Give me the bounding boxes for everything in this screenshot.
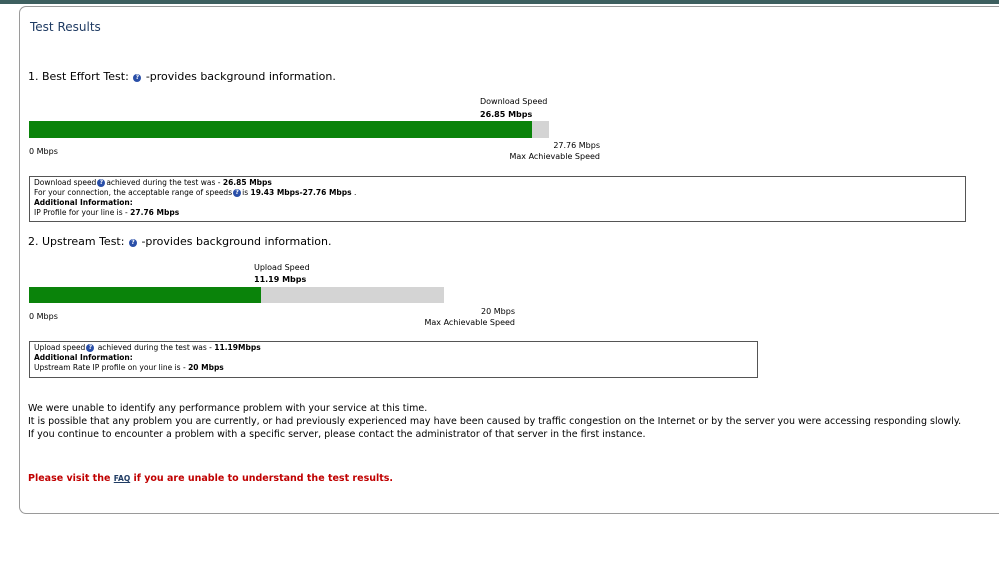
upload-min-label: 0 Mbps bbox=[29, 312, 58, 321]
upstream-profile-label: Upstream Rate IP profile on your line is… bbox=[34, 363, 189, 372]
ip-profile-label: IP Profile for your line is - bbox=[34, 208, 131, 217]
range-info-label: For your connection, the acceptable rang… bbox=[34, 188, 233, 197]
range-info-text: is bbox=[242, 188, 251, 197]
upload-speed-value: 11.19 Mbps bbox=[254, 275, 307, 284]
faq-link[interactable]: FAQ bbox=[114, 474, 130, 483]
upload-max-value: 20 Mbps bbox=[481, 307, 515, 316]
range-info-line: For your connection, the acceptable rang… bbox=[34, 188, 961, 198]
upload-info-text: achieved during the test was - bbox=[95, 343, 215, 352]
best-effort-heading-text: 1. Best Effort Test: bbox=[28, 70, 129, 83]
upload-max-label: Max Achievable Speed bbox=[424, 318, 515, 327]
upload-info-label: Upload speed bbox=[34, 343, 86, 352]
upload-speed-bar bbox=[29, 287, 444, 303]
download-speed-bar-fill bbox=[29, 121, 532, 138]
upstream-heading: 2. Upstream Test: ? -provides background… bbox=[28, 235, 332, 248]
additional-info-heading: Additional Information: bbox=[34, 353, 133, 362]
best-effort-heading: 1. Best Effort Test: ? -provides backgro… bbox=[28, 70, 336, 83]
download-info-value: 26.85 Mbps bbox=[222, 178, 272, 187]
help-question-icon[interactable]: ? bbox=[128, 239, 137, 247]
download-info-box: Download speed? achieved during the test … bbox=[29, 176, 966, 222]
upload-info-line: Upload speed? achieved during the test w… bbox=[34, 343, 753, 353]
range-info-post: . bbox=[351, 188, 357, 197]
help-question-icon[interactable]: ? bbox=[97, 179, 106, 187]
download-info-text: achieved during the test was - bbox=[106, 178, 223, 187]
top-header-bar bbox=[0, 0, 999, 4]
ip-profile-line: IP Profile for your line is - 27.76 Mbps bbox=[34, 208, 961, 218]
upload-speed-bar-fill bbox=[29, 287, 262, 303]
help-question-icon[interactable]: ? bbox=[133, 74, 142, 82]
download-speed-bar bbox=[29, 121, 549, 138]
help-question-icon[interactable]: ? bbox=[86, 344, 95, 352]
faq-notice: Please visit the FAQ if you are unable t… bbox=[28, 473, 393, 484]
upstream-heading-suffix: -provides background information. bbox=[141, 235, 332, 248]
download-speed-value: 26.85 Mbps bbox=[480, 110, 533, 119]
additional-info-heading: Additional Information: bbox=[34, 198, 133, 207]
download-speed-label: Download Speed bbox=[480, 97, 548, 106]
upstream-profile-line: Upstream Rate IP profile on your line is… bbox=[34, 363, 753, 373]
result-message-line-3: If you continue to encounter a problem w… bbox=[28, 429, 646, 440]
help-question-icon[interactable]: ? bbox=[233, 189, 242, 197]
download-info-line: Download speed? achieved during the test … bbox=[34, 178, 961, 188]
upload-info-box: Upload speed? achieved during the test w… bbox=[29, 341, 758, 378]
range-info-value: 19.43 Mbps-27.76 Mbps bbox=[250, 188, 352, 197]
download-info-label: Download speed bbox=[34, 178, 97, 187]
test-results-panel: Test Results 1. Best Effort Test: ? -pro… bbox=[19, 6, 999, 514]
download-max-label: Max Achievable Speed bbox=[509, 152, 600, 161]
upstream-profile-value: 20 Mbps bbox=[188, 363, 224, 372]
result-message-line-2: It is possible that any problem you are … bbox=[28, 416, 962, 427]
download-max-value: 27.76 Mbps bbox=[553, 141, 600, 150]
result-message-line-1: We were unable to identify any performan… bbox=[28, 403, 428, 414]
best-effort-heading-suffix: -provides background information. bbox=[145, 70, 336, 83]
faq-notice-pre: Please visit the bbox=[28, 473, 114, 484]
upload-speed-label: Upload Speed bbox=[254, 263, 310, 272]
faq-notice-post: if you are unable to understand the test… bbox=[130, 473, 394, 484]
upload-info-value: 11.19Mbps bbox=[214, 343, 261, 352]
ip-profile-value: 27.76 Mbps bbox=[130, 208, 180, 217]
download-min-label: 0 Mbps bbox=[29, 147, 58, 156]
page-title: Test Results bbox=[30, 20, 101, 34]
upstream-heading-text: 2. Upstream Test: bbox=[28, 235, 125, 248]
